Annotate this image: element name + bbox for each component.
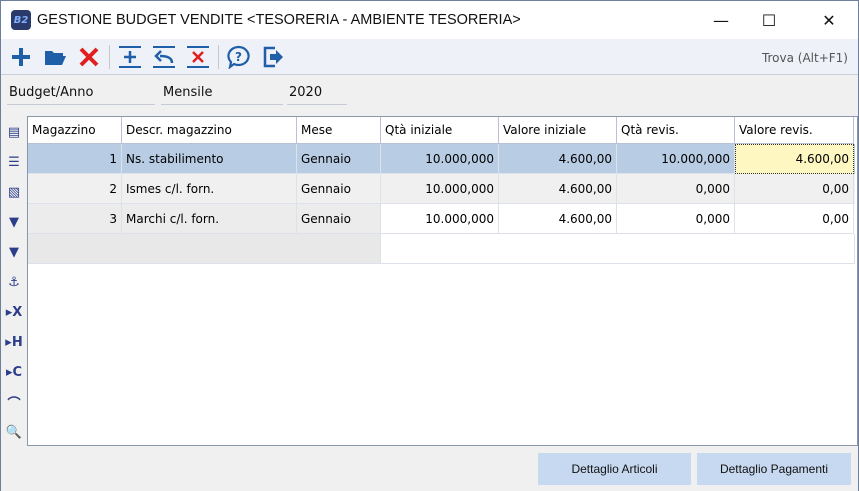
column-header[interactable]: Valore revis. [735, 117, 854, 144]
find-label[interactable]: Trova (Alt+F1) [762, 51, 848, 65]
cell-valore-revis-active[interactable]: 4.600,00 [735, 144, 854, 174]
plus-icon[interactable] [7, 43, 35, 71]
cell-descr[interactable]: Marchi c/l. forn. [122, 204, 297, 234]
cell-qta-iniziale[interactable]: 10.000,000 [381, 204, 499, 234]
column-header[interactable]: Magazzino [28, 117, 122, 144]
column-header[interactable]: Qtà iniziale [381, 117, 499, 144]
chart-icon[interactable]: ⌒ [3, 387, 25, 417]
filter-icon[interactable]: ▼ [3, 207, 25, 237]
dettaglio-pagamenti-button[interactable]: Dettaglio Pagamenti [697, 453, 851, 485]
undo-row-icon[interactable] [150, 43, 178, 71]
close-button[interactable]: ✕ [806, 1, 852, 39]
c-icon[interactable]: ▸C [3, 357, 25, 387]
cell-qta-revis[interactable]: 10.000,000 [617, 144, 735, 174]
delete-row-icon[interactable] [184, 43, 212, 71]
exit-icon[interactable] [259, 43, 287, 71]
list-icon[interactable]: ☰ [3, 147, 25, 177]
column-header[interactable]: Valore iniziale [499, 117, 617, 144]
toolbar: ? Trova (Alt+F1) [1, 39, 858, 75]
help-icon[interactable]: ? [225, 43, 253, 71]
grid-header: Magazzino Descr. magazzino Mese Qtà iniz… [28, 117, 855, 147]
table-row[interactable]: 1 Ns. stabilimento Gennaio 10.000,000 4.… [28, 144, 855, 174]
period-field[interactable]: Mensile [161, 85, 283, 105]
cell-descr[interactable]: Ns. stabilimento [122, 144, 297, 174]
cell-magazzino[interactable]: 3 [28, 204, 122, 234]
cell-mese[interactable]: Gennaio [297, 174, 381, 204]
window-title: GESTIONE BUDGET VENDITE <TESORERIA - AMB… [37, 12, 521, 28]
cell-mese[interactable]: Gennaio [297, 144, 381, 174]
footer: Dettaglio Articoli Dettaglio Pagamenti [1, 447, 858, 491]
h-icon[interactable]: ▸H [3, 327, 25, 357]
table-row[interactable]: 3 Marchi c/l. forn. Gennaio 10.000,000 4… [28, 204, 855, 234]
app-logo: B2 [11, 10, 31, 30]
new-row-key-cells[interactable] [28, 234, 381, 264]
cell-magazzino[interactable]: 2 [28, 174, 122, 204]
cell-qta-iniziale[interactable]: 10.000,000 [381, 174, 499, 204]
dettaglio-articoli-button[interactable]: Dettaglio Articoli [538, 453, 691, 485]
cell-descr[interactable]: Ismes c/l. forn. [122, 174, 297, 204]
minimize-button[interactable]: — [698, 1, 744, 39]
column-header[interactable]: Qtà revis. [617, 117, 735, 144]
maximize-button[interactable]: ☐ [746, 1, 792, 39]
cell-magazzino[interactable]: 1 [28, 144, 122, 174]
column-header[interactable]: Mese [297, 117, 381, 144]
cell-valore-iniziale[interactable]: 4.600,00 [499, 204, 617, 234]
svg-text:?: ? [235, 50, 242, 64]
new-row-value-cells[interactable] [381, 234, 855, 264]
separator [109, 44, 110, 69]
folder-open-icon[interactable] [41, 43, 69, 71]
cell-qta-revis[interactable]: 0,000 [617, 174, 735, 204]
cell-qta-iniziale[interactable]: 10.000,000 [381, 144, 499, 174]
table-icon[interactable]: ▧ [3, 177, 25, 207]
cell-valore-revis[interactable]: 0,00 [735, 204, 854, 234]
side-toolbar: ▤ ☰ ▧ ▼ ▼ ⚓ ▸X ▸H ▸C ⌒ 🔍 [3, 117, 25, 447]
cell-mese[interactable]: Gennaio [297, 204, 381, 234]
budget-grid: Magazzino Descr. magazzino Mese Qtà iniz… [27, 116, 858, 446]
year-field[interactable]: 2020 [287, 85, 347, 105]
budget-year-field[interactable]: Budget/Anno [7, 85, 155, 105]
cell-valore-revis[interactable]: 0,00 [735, 174, 854, 204]
table-row[interactable]: 2 Ismes c/l. forn. Gennaio 10.000,000 4.… [28, 174, 855, 204]
card-icon[interactable]: ▤ [3, 117, 25, 147]
x-icon[interactable]: ▸X [3, 297, 25, 327]
new-row[interactable] [28, 234, 855, 264]
column-header[interactable]: Descr. magazzino [122, 117, 297, 144]
cell-valore-iniziale[interactable]: 4.600,00 [499, 174, 617, 204]
cell-qta-revis[interactable]: 0,000 [617, 204, 735, 234]
preview-icon[interactable]: 🔍 [3, 417, 25, 447]
header-form: Budget/Anno Mensile 2020 [1, 75, 858, 115]
title-bar: B2 GESTIONE BUDGET VENDITE <TESORERIA - … [1, 1, 858, 39]
anchor-icon[interactable]: ⚓ [3, 267, 25, 297]
delete-icon[interactable] [75, 43, 103, 71]
filter-options-icon[interactable]: ▼ [3, 237, 25, 267]
cell-valore-iniziale[interactable]: 4.600,00 [499, 144, 617, 174]
separator [218, 44, 219, 69]
insert-row-icon[interactable] [116, 43, 144, 71]
